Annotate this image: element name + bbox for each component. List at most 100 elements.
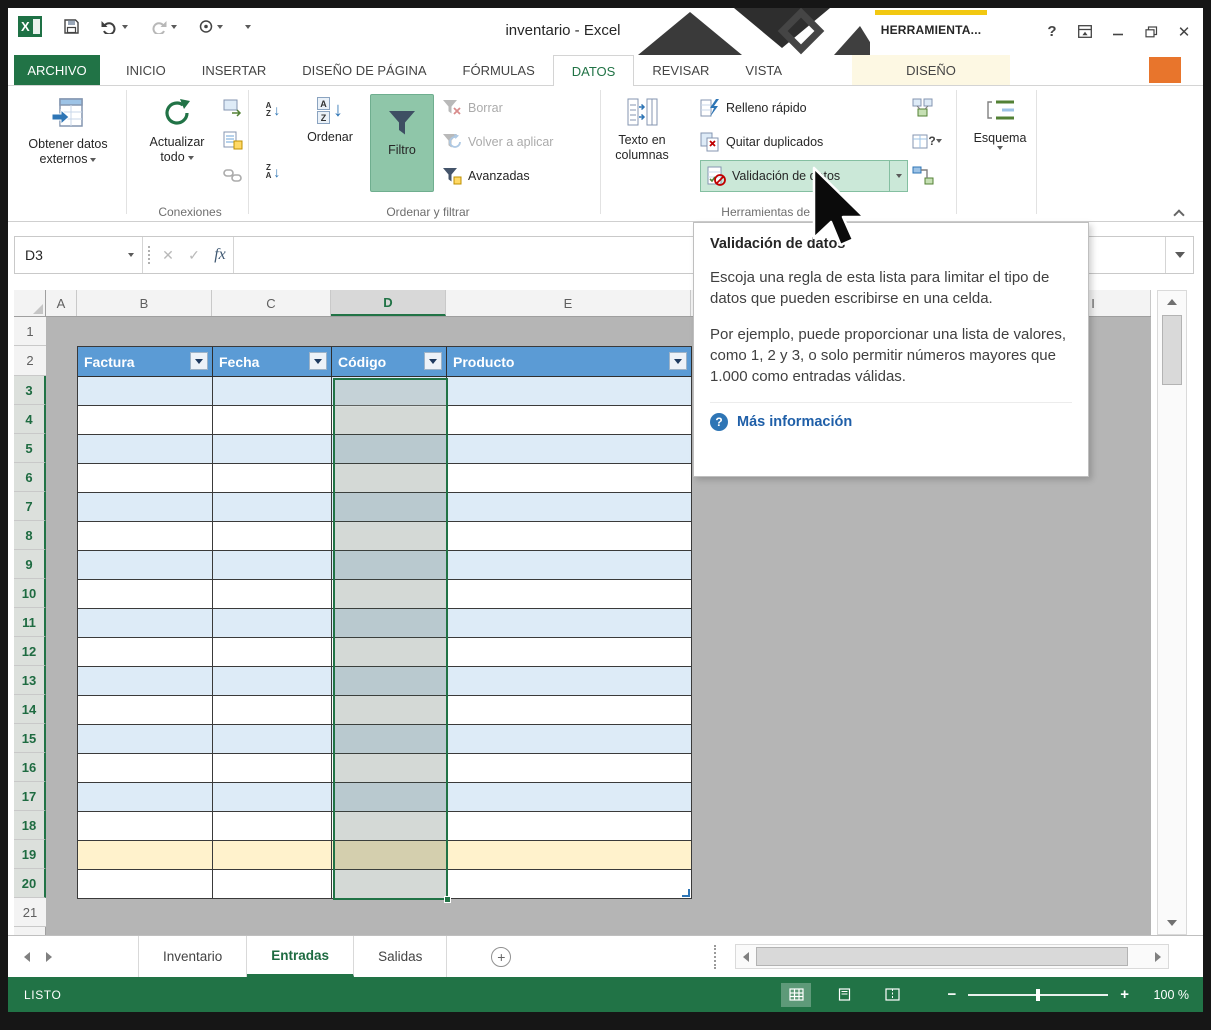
row-header-12[interactable]: 12	[14, 637, 46, 666]
sort-descending-button[interactable]: ZA ↓	[254, 158, 292, 186]
relationships-button[interactable]	[910, 162, 936, 188]
scroll-up-button[interactable]	[1158, 291, 1186, 313]
data-validation-dropdown[interactable]	[889, 161, 907, 191]
row-header-10[interactable]: 10	[14, 579, 46, 608]
cell-B15[interactable]	[78, 725, 213, 754]
cell-E4[interactable]	[447, 406, 692, 435]
cell-C15[interactable]	[213, 725, 332, 754]
reapply-filter-button[interactable]: Volver a aplicar	[442, 128, 553, 156]
cell-B18[interactable]	[78, 812, 213, 841]
cell-B10[interactable]	[78, 580, 213, 609]
cell-C6[interactable]	[213, 464, 332, 493]
cell-C10[interactable]	[213, 580, 332, 609]
more-info-link[interactable]: Más información	[737, 414, 852, 430]
row-header-15[interactable]: 15	[14, 724, 46, 753]
cell-E9[interactable]	[447, 551, 692, 580]
cell-E6[interactable]	[447, 464, 692, 493]
cell-B3[interactable]	[78, 377, 213, 406]
row-header-4[interactable]: 4	[14, 405, 46, 434]
row-header-7[interactable]: 7	[14, 492, 46, 521]
column-header-B[interactable]: B	[77, 290, 212, 316]
row-header-1[interactable]: 1	[14, 317, 46, 346]
formula-bar-splitter[interactable]	[143, 237, 155, 273]
cell-C8[interactable]	[213, 522, 332, 551]
cell-E14[interactable]	[447, 696, 692, 725]
scroll-left-button[interactable]	[736, 945, 756, 968]
cell-C4[interactable]	[213, 406, 332, 435]
remove-duplicates-button[interactable]: Quitar duplicados	[700, 128, 823, 156]
cell-B9[interactable]	[78, 551, 213, 580]
cell-E13[interactable]	[447, 667, 692, 696]
sheet-nav-right-button[interactable]	[46, 952, 52, 962]
cell-C14[interactable]	[213, 696, 332, 725]
ribbon-tab-diseño-de-página[interactable]: DISEÑO DE PÁGINA	[284, 55, 444, 85]
text-to-columns-button[interactable]: Texto en columnas	[608, 91, 676, 201]
cell-B12[interactable]	[78, 638, 213, 667]
sort-ascending-button[interactable]: AZ ↓	[254, 96, 292, 124]
help-button[interactable]: ?	[1043, 20, 1061, 44]
cell-C19[interactable]	[213, 841, 332, 870]
cell-B5[interactable]	[78, 435, 213, 464]
advanced-filter-button[interactable]: Avanzadas	[442, 162, 530, 190]
cell-E12[interactable]	[447, 638, 692, 667]
vertical-scrollbar[interactable]	[1157, 290, 1187, 935]
sheet-tab-salidas[interactable]: Salidas	[354, 936, 447, 977]
enter-button[interactable]: ✓	[181, 237, 207, 273]
undo-dropdown-icon[interactable]	[122, 25, 128, 29]
cell-E17[interactable]	[447, 783, 692, 812]
row-header-13[interactable]: 13	[14, 666, 46, 695]
cell-B4[interactable]	[78, 406, 213, 435]
scroll-right-button[interactable]	[1148, 945, 1168, 968]
what-if-analysis-button[interactable]: ?	[910, 128, 944, 154]
row-header-9[interactable]: 9	[14, 550, 46, 579]
cell-C11[interactable]	[213, 609, 332, 638]
ribbon-tab-inicio[interactable]: INICIO	[108, 55, 184, 85]
cell-B14[interactable]	[78, 696, 213, 725]
cell-E5[interactable]	[447, 435, 692, 464]
row-header-17[interactable]: 17	[14, 782, 46, 811]
filter-dropdown-código[interactable]	[424, 352, 442, 370]
row-header-20[interactable]: 20	[14, 869, 46, 898]
row-header-3[interactable]: 3	[14, 376, 46, 405]
cell-E20[interactable]	[447, 870, 692, 899]
column-header-C[interactable]: C	[212, 290, 331, 316]
table-resize-handle[interactable]	[682, 889, 690, 897]
ribbon-tab-archivo[interactable]: ARCHIVO	[14, 55, 100, 85]
cell-C9[interactable]	[213, 551, 332, 580]
zoom-out-button[interactable]: −	[947, 986, 956, 1003]
cell-B16[interactable]	[78, 754, 213, 783]
cell-E3[interactable]	[447, 377, 692, 406]
zoom-in-button[interactable]: +	[1120, 986, 1129, 1003]
cell-E19[interactable]	[447, 841, 692, 870]
cell-B17[interactable]	[78, 783, 213, 812]
cell-C18[interactable]	[213, 812, 332, 841]
column-header-E[interactable]: E	[446, 290, 691, 316]
clear-filter-button[interactable]: Borrar	[442, 94, 503, 122]
ribbon-tab-revisar[interactable]: REVISAR	[634, 55, 727, 85]
page-layout-view-button[interactable]	[829, 983, 859, 1007]
cell-B6[interactable]	[78, 464, 213, 493]
minimize-button[interactable]	[1109, 20, 1127, 44]
cell-B11[interactable]	[78, 609, 213, 638]
horizontal-scroll-thumb[interactable]	[756, 947, 1128, 966]
cell-B13[interactable]	[78, 667, 213, 696]
consolidate-button[interactable]	[910, 94, 936, 120]
filter-dropdown-producto[interactable]	[669, 352, 687, 370]
ribbon-tab-insertar[interactable]: INSERTAR	[184, 55, 285, 85]
row-header-21[interactable]: 21	[14, 898, 46, 927]
edit-links-button[interactable]	[220, 162, 246, 188]
cell-E11[interactable]	[447, 609, 692, 638]
cell-B20[interactable]	[78, 870, 213, 899]
outline-button[interactable]: Esquema	[966, 91, 1034, 201]
save-button[interactable]	[64, 19, 79, 34]
cell-E16[interactable]	[447, 754, 692, 783]
cell-C3[interactable]	[213, 377, 332, 406]
refresh-all-button[interactable]: Actualizar todo	[134, 91, 220, 201]
filter-dropdown-factura[interactable]	[190, 352, 208, 370]
restore-button[interactable]	[1142, 20, 1160, 44]
redo-button[interactable]	[150, 20, 177, 34]
cell-B19[interactable]	[78, 841, 213, 870]
redo-dropdown-icon[interactable]	[171, 25, 177, 29]
undo-button[interactable]	[101, 20, 128, 34]
cell-C12[interactable]	[213, 638, 332, 667]
